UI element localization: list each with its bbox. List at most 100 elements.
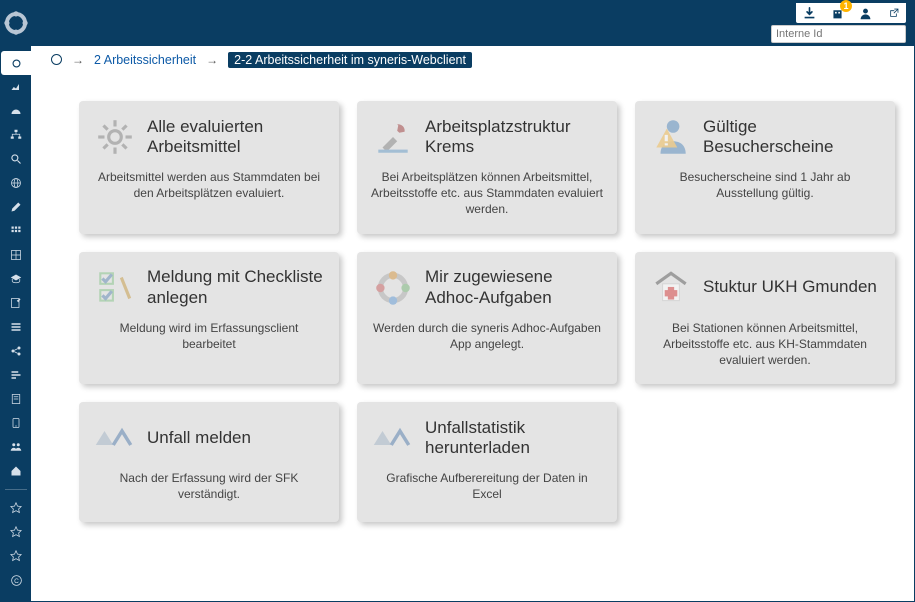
card-struktur-ukh-gmunden[interactable]: Stuktur UKH Gmunden Bei Stationen können… — [635, 252, 895, 385]
search-input[interactable] — [776, 28, 915, 40]
user-button[interactable] — [858, 6, 872, 20]
card-desc: Besucherscheine sind 1 Jahr ab Ausstellu… — [649, 169, 881, 201]
sitemap-icon — [10, 129, 22, 141]
card-unfall-melden[interactable]: Unfall melden Nach der Erfassung wird de… — [79, 402, 339, 522]
card-desc: Arbeitsmittel werden aus Stammdaten bei … — [93, 169, 325, 201]
star-icon — [10, 502, 22, 514]
card-gueltige-besucherscheine[interactable]: Gültige Besucherscheine Besucherscheine … — [635, 101, 895, 234]
checklist-icon — [93, 266, 137, 310]
chart-icon — [10, 81, 22, 93]
breadcrumb-level1[interactable]: 2 Arbeitssicherheit — [94, 53, 196, 67]
main-content: → 2 Arbeitssicherheit → 2-2 Arbeitssiche… — [31, 45, 914, 601]
card-title: Gültige Besucherscheine — [703, 117, 881, 158]
card-adhoc-aufgaben[interactable]: Mir zugewiesene Adhoc-Aufgaben Werden du… — [357, 252, 617, 385]
card-title: Unfall melden — [147, 428, 251, 448]
grid-icon — [10, 249, 22, 261]
sidebar-item-search[interactable] — [1, 147, 31, 171]
notification-badge: 1 — [840, 0, 852, 12]
sidebar-item-chart[interactable] — [1, 75, 31, 99]
card-desc: Nach der Erfassung wird der SFK verständ… — [93, 470, 325, 502]
chevron-right-icon: → — [206, 53, 218, 67]
pencil-icon — [10, 201, 22, 213]
star-icon — [10, 526, 22, 538]
card-desc: Bei Stationen können Arbeitsmittel, Arbe… — [649, 320, 881, 369]
search-icon — [10, 153, 22, 165]
notifications-button[interactable]: 1 — [830, 6, 844, 20]
sidebar-item-home[interactable] — [1, 51, 31, 75]
sidebar: C — [1, 45, 31, 601]
sidebar-item-hbar[interactable] — [1, 363, 31, 387]
auva-icon — [371, 416, 415, 460]
person-warning-icon — [649, 115, 693, 159]
card-title: Stuktur UKH Gmunden — [703, 277, 877, 297]
sidebar-item-users[interactable] — [1, 435, 31, 459]
card-title: Arbeitsplatzstruktur Krems — [425, 117, 603, 158]
gauge-icon — [10, 105, 22, 117]
topbar: 1 — [1, 1, 914, 45]
sidebar-fav-2[interactable] — [1, 520, 31, 544]
sidebar-item-globe[interactable] — [1, 171, 31, 195]
sidebar-item-write[interactable] — [1, 291, 31, 315]
copyright-icon: C — [10, 574, 23, 587]
share-icon — [10, 345, 22, 357]
sidebar-item-share[interactable] — [1, 339, 31, 363]
breadcrumb-current: 2-2 Arbeitssicherheit im syneris-Webclie… — [228, 52, 472, 68]
sidebar-item-edit[interactable] — [1, 195, 31, 219]
sidebar-item-grid[interactable] — [1, 243, 31, 267]
list-icon — [10, 321, 22, 333]
cards-grid: Alle evaluierten Arbeitsmittel Arbeitsmi… — [79, 101, 890, 522]
card-title: Mir zugewiesene Adhoc-Aufgaben — [425, 267, 603, 308]
card-meldung-checkliste[interactable]: Meldung mit Checkliste anlegen Meldung w… — [79, 252, 339, 385]
compose-icon — [10, 297, 22, 309]
chevron-right-icon: → — [72, 53, 84, 67]
star-icon — [10, 550, 22, 562]
user-icon — [859, 7, 872, 20]
card-desc: Bei Arbeitsplätzen können Arbeitsmittel,… — [371, 169, 603, 218]
grid3-icon — [10, 225, 22, 237]
sidebar-fav-1[interactable] — [1, 496, 31, 520]
graduation-icon — [10, 273, 22, 285]
sidebar-item-home2[interactable] — [1, 459, 31, 483]
card-title: Alle evaluierten Arbeitsmittel — [147, 117, 325, 158]
ring-icon — [371, 266, 415, 310]
gear-icon — [93, 115, 137, 159]
card-title: Unfallstatistik herunterladen — [425, 418, 603, 459]
breadcrumb: → 2 Arbeitssicherheit → 2-2 Arbeitssiche… — [31, 45, 914, 73]
card-desc: Werden durch die syneris Adhoc-Aufgaben … — [371, 320, 603, 352]
sidebar-item-dashboard[interactable] — [1, 99, 31, 123]
hbar-icon — [10, 369, 22, 381]
svg-text:C: C — [14, 577, 19, 584]
users-icon — [10, 441, 22, 453]
auva-icon — [93, 416, 137, 460]
sidebar-separator — [5, 489, 27, 490]
download-icon — [803, 7, 816, 20]
card-desc: Grafische Aufberereitung der Daten in Ex… — [371, 470, 603, 502]
card-title: Meldung mit Checkliste anlegen — [147, 267, 325, 308]
ring-logo-icon — [3, 10, 29, 36]
card-alle-evaluierten-arbeitsmittel[interactable]: Alle evaluierten Arbeitsmittel Arbeitsmi… — [79, 101, 339, 234]
sidebar-item-th[interactable] — [1, 219, 31, 243]
medical-house-icon — [649, 266, 693, 310]
globe-icon — [10, 177, 22, 189]
home-icon — [10, 465, 22, 477]
sidebar-item-education[interactable] — [1, 267, 31, 291]
document-icon — [10, 393, 22, 405]
topbar-right: 1 — [771, 1, 914, 45]
circle-icon — [11, 58, 22, 69]
breadcrumb-root-icon[interactable] — [51, 54, 62, 65]
download-button[interactable] — [802, 6, 816, 20]
sidebar-item-list[interactable] — [1, 315, 31, 339]
app-logo[interactable] — [1, 1, 31, 45]
sidebar-item-org[interactable] — [1, 123, 31, 147]
external-link-icon — [887, 7, 900, 20]
tools-icon — [371, 115, 415, 159]
sidebar-item-device[interactable] — [1, 411, 31, 435]
card-unfallstatistik-herunterladen[interactable]: Unfallstatistik herunterladen Grafische … — [357, 402, 617, 522]
card-arbeitsplatzstruktur-krems[interactable]: Arbeitsplatzstruktur Krems Bei Arbeitspl… — [357, 101, 617, 234]
sidebar-copyright[interactable]: C — [1, 568, 31, 592]
sidebar-item-doc[interactable] — [1, 387, 31, 411]
card-desc: Meldung wird im Erfassungsclient bearbei… — [93, 320, 325, 352]
search-box[interactable] — [771, 25, 906, 43]
sidebar-fav-3[interactable] — [1, 544, 31, 568]
external-link-button[interactable] — [886, 6, 900, 20]
